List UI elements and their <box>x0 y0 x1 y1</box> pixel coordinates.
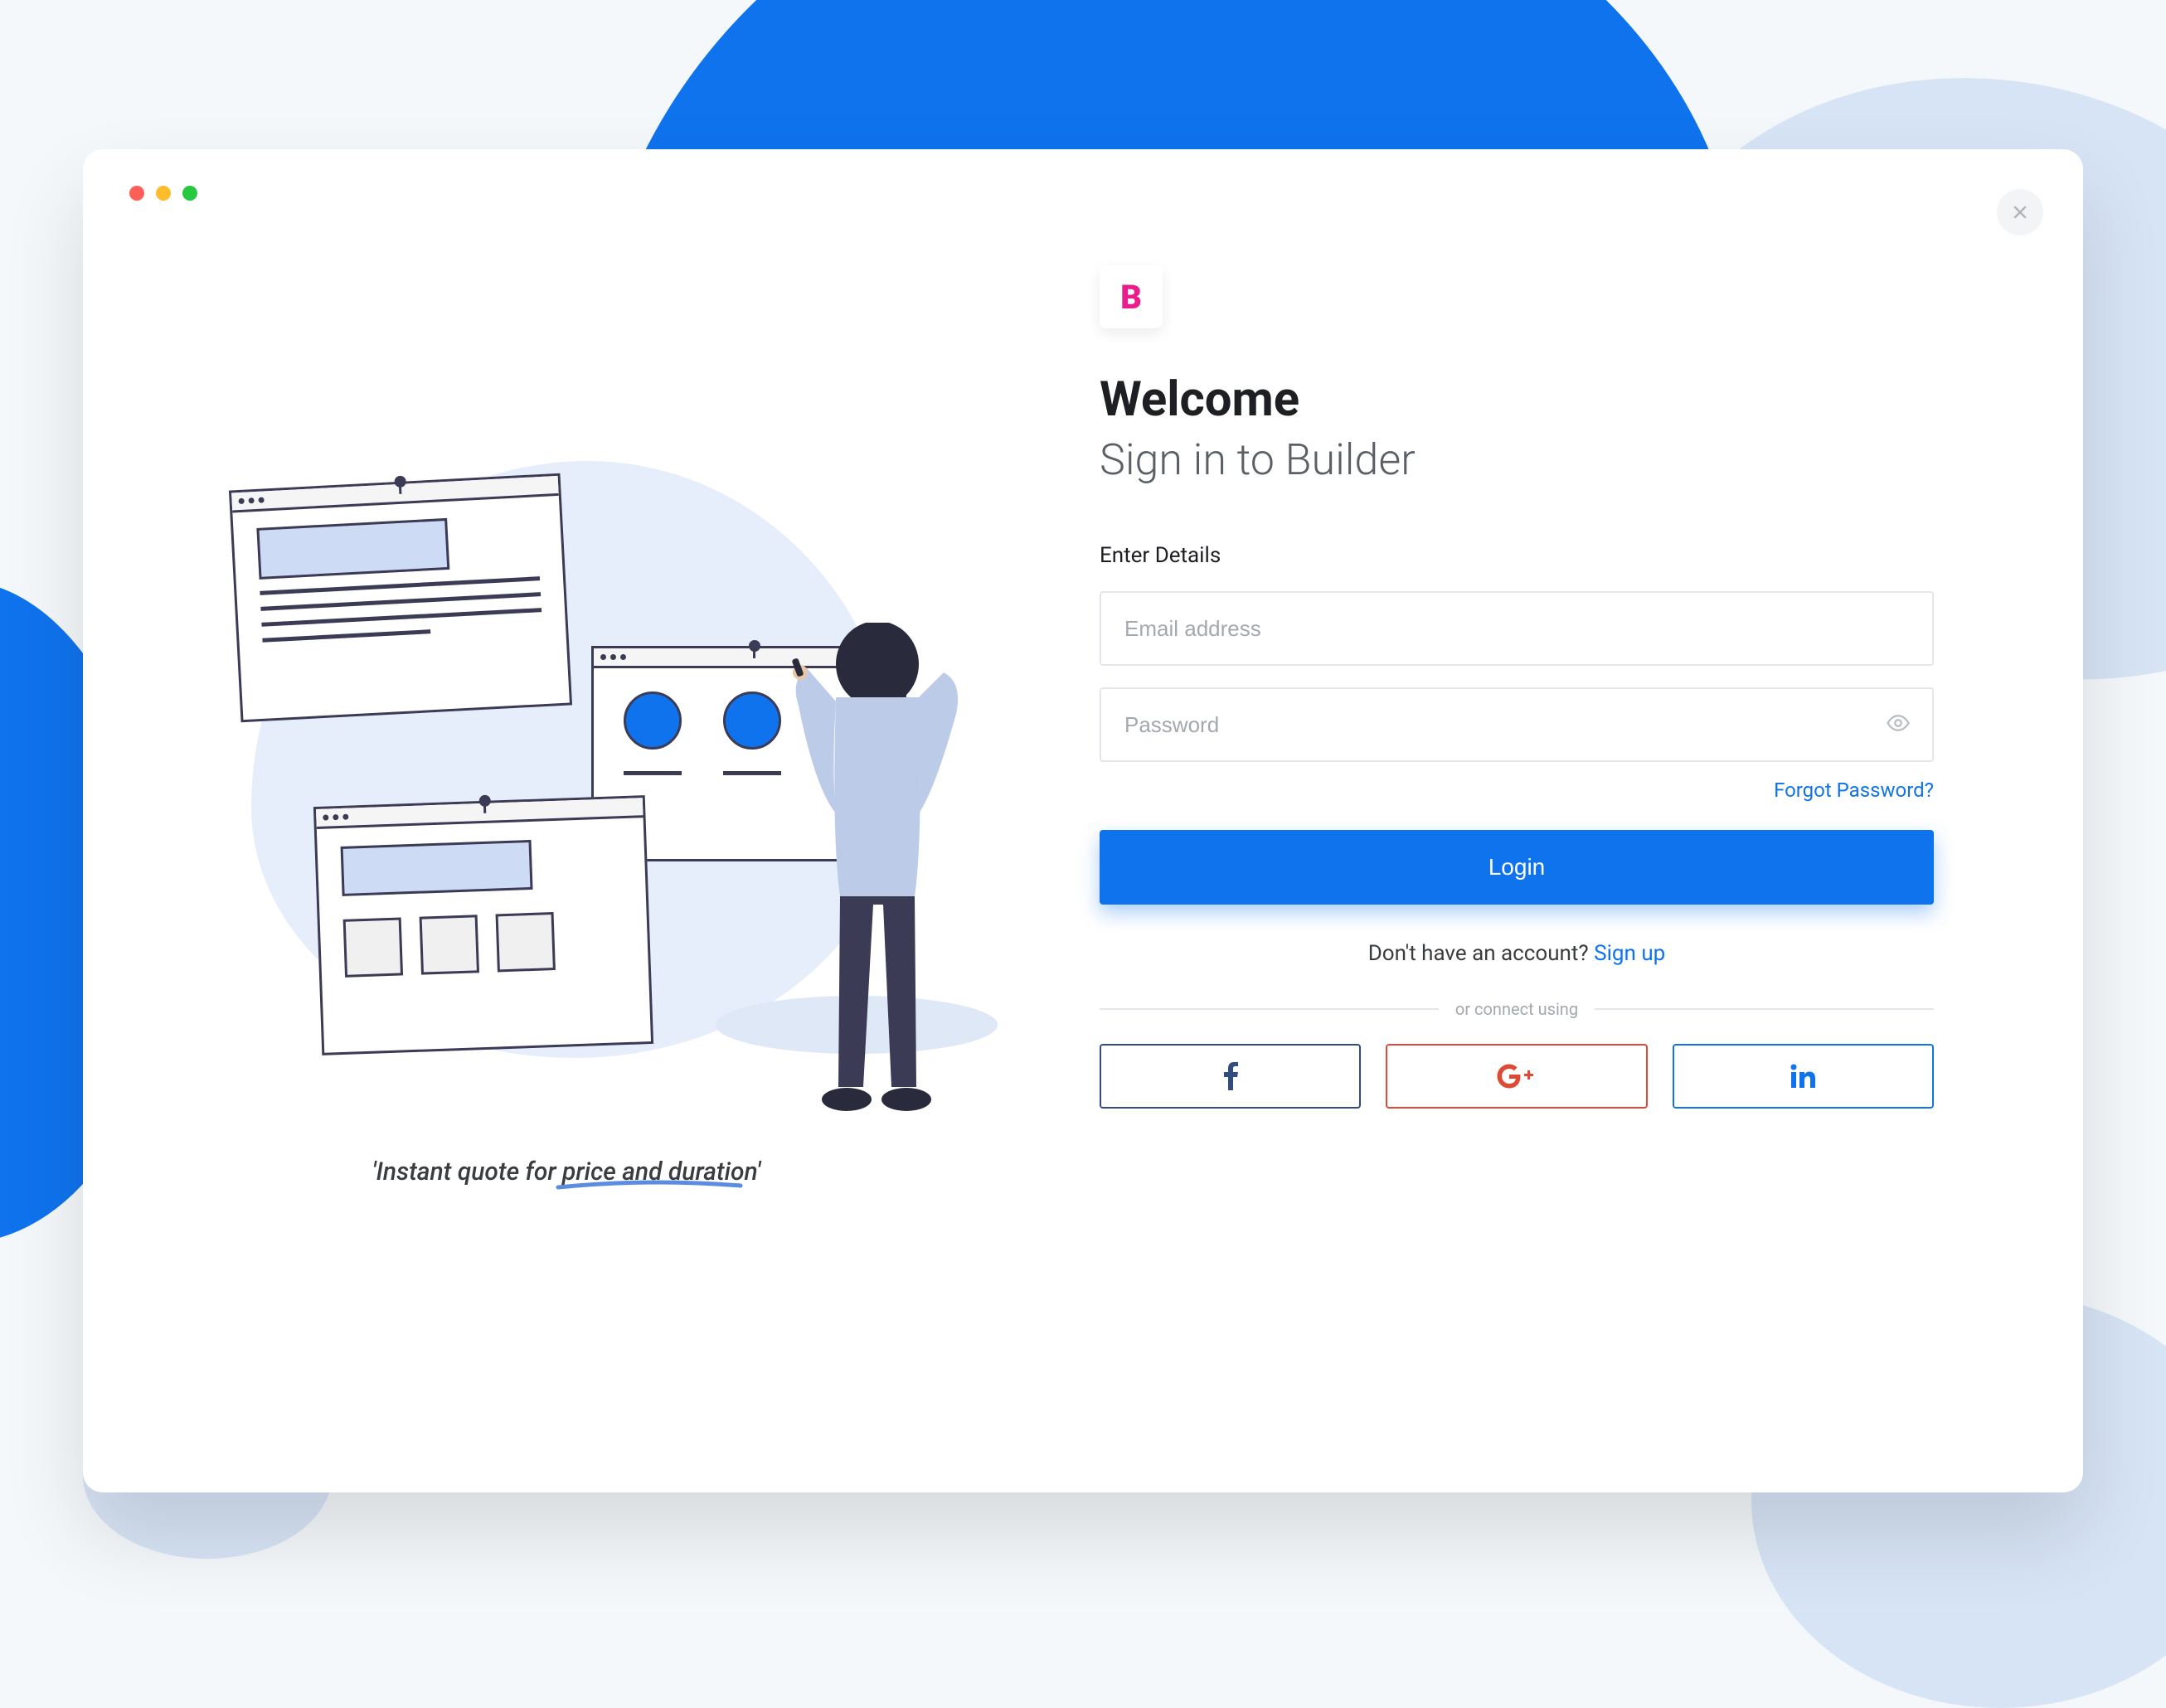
signin-form-panel: B Welcome Sign in to Builder Enter Detai… <box>1050 149 2083 1492</box>
email-field[interactable] <box>1100 591 1934 666</box>
divider-text: or connect using <box>1455 999 1578 1019</box>
forgot-password-link[interactable]: Forgot Password? <box>1774 779 1934 802</box>
social-login-linkedin[interactable] <box>1673 1044 1934 1109</box>
signup-prompt-text: Don't have an account? <box>1368 941 1594 966</box>
social-login-google[interactable] <box>1386 1044 1647 1109</box>
social-divider: or connect using <box>1100 999 1934 1019</box>
welcome-heading: Welcome <box>1100 371 1934 428</box>
wireframe-card <box>229 473 572 722</box>
signup-prompt: Don't have an account? Sign up <box>1100 941 1934 966</box>
toggle-password-visibility[interactable] <box>1886 711 1911 739</box>
signup-link[interactable]: Sign up <box>1594 941 1665 966</box>
person-illustration <box>790 623 964 1137</box>
underline-decoration <box>554 1180 745 1191</box>
close-icon <box>2012 204 2028 221</box>
wireframe-card <box>313 795 653 1055</box>
facebook-icon <box>1223 1062 1238 1090</box>
form-section-label: Enter Details <box>1100 543 1934 568</box>
brand-logo: B <box>1100 265 1163 328</box>
app-window: 'Instant quote for price and duration' B… <box>83 149 2083 1492</box>
illustration-panel: 'Instant quote for price and duration' <box>83 149 1050 1492</box>
password-field[interactable] <box>1100 687 1934 762</box>
logo-letter: B <box>1120 278 1142 317</box>
linkedin-icon <box>1790 1063 1816 1089</box>
login-button[interactable]: Login <box>1100 830 1934 905</box>
close-button[interactable] <box>1997 189 2043 235</box>
eye-icon <box>1886 711 1911 735</box>
social-login-facebook[interactable] <box>1100 1044 1361 1109</box>
google-plus-icon <box>1496 1063 1537 1089</box>
signin-subtitle: Sign in to Builder <box>1100 434 1934 485</box>
